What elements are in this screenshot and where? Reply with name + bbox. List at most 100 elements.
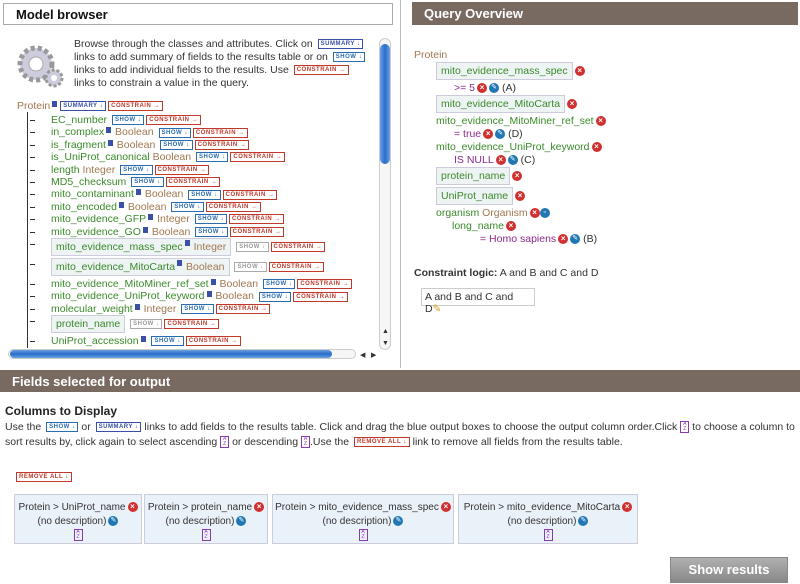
constrain-button[interactable]: CONSTRAIN → (185, 336, 241, 347)
constrain-button[interactable]: CONSTRAIN → (164, 319, 220, 330)
field-name[interactable]: mito_evidence_mass_spec (56, 241, 183, 253)
constrain-button[interactable]: CONSTRAIN → (293, 291, 349, 302)
remove-icon[interactable]: × (567, 99, 578, 110)
remove-icon[interactable]: × (495, 155, 506, 166)
remove-icon[interactable]: × (595, 116, 606, 127)
show-button[interactable]: SHOW ↓ (181, 303, 214, 314)
info-icon[interactable] (52, 101, 58, 107)
constrain-button[interactable]: CONSTRAIN → (194, 140, 250, 150)
field-name[interactable]: MD5_checksum (51, 176, 126, 188)
show-button[interactable]: SHOW ↓ (130, 319, 163, 330)
constrain-button[interactable]: CONSTRAIN → (229, 226, 285, 237)
remove-icon[interactable]: × (477, 83, 488, 94)
edit-icon[interactable]: ✎ (393, 516, 404, 527)
scroll-up-icon[interactable]: ▲ (382, 328, 389, 335)
show-button[interactable]: SHOW ↓ (120, 164, 153, 175)
constrain-button[interactable]: CONSTRAIN → (205, 201, 261, 212)
sort-icon[interactable]: AZ (543, 529, 553, 542)
sort-descending-icon[interactable]: AZ (358, 529, 368, 542)
info-icon[interactable] (118, 201, 124, 208)
remove-icon[interactable]: × (127, 502, 138, 513)
show-button[interactable]: SHOW ↓ (111, 115, 145, 126)
field-name[interactable]: protein_name (56, 318, 120, 330)
field-name[interactable]: mito_evidence_MitoCarta (56, 261, 175, 273)
show-results-button[interactable]: Show results (670, 557, 788, 583)
edit-icon[interactable]: ✎ (495, 129, 506, 140)
constrain-button[interactable]: CONSTRAIN → (230, 152, 286, 163)
field-name[interactable]: is_UniProt_canonical (51, 151, 150, 163)
constrain-button[interactable]: CONSTRAIN → (192, 127, 248, 138)
scroll-left-icon[interactable]: ◀ (360, 351, 365, 359)
constrain-button[interactable]: CONSTRAIN → (215, 303, 271, 314)
collapse-icon[interactable]: ▫ (539, 208, 550, 219)
output-column-box[interactable]: Protein > mito_evidence_MitoCarta × (no de… (458, 494, 638, 544)
info-icon[interactable] (177, 259, 183, 266)
remove-icon[interactable]: × (529, 208, 540, 219)
show-button[interactable]: SHOW ↓ (236, 242, 269, 253)
info-icon[interactable] (206, 291, 212, 298)
show-button[interactable]: SHOW ↓ (171, 201, 204, 212)
show-button[interactable]: SHOW ↓ (195, 226, 228, 237)
scroll-right-icon[interactable]: ▶ (371, 351, 376, 359)
field-name[interactable]: EC_number (51, 114, 107, 126)
show-button[interactable]: SHOW ↓ (131, 177, 164, 188)
scroll-down-icon[interactable]: ▼ (382, 340, 389, 347)
info-icon[interactable] (135, 189, 141, 196)
output-column-box[interactable]: Protein > mito_evidence_mass_spec × (no de… (272, 494, 454, 544)
field-name[interactable]: molecular_weight (51, 303, 133, 315)
remove-icon[interactable]: × (574, 66, 585, 77)
sort-icon[interactable]: AZ (201, 529, 211, 542)
pencil-icon[interactable]: ✎ (433, 303, 442, 315)
info-icon[interactable] (106, 127, 112, 134)
remove-icon[interactable]: × (558, 234, 569, 245)
edit-icon[interactable]: ✎ (236, 516, 247, 527)
info-icon[interactable] (107, 139, 113, 146)
field-name[interactable]: mito_evidence_MitoMiner_ref_set (51, 278, 209, 290)
remove-icon[interactable]: × (512, 171, 523, 182)
constrain-button[interactable]: CONSTRAIN → (268, 262, 324, 273)
info-icon[interactable] (140, 336, 146, 343)
remove-icon[interactable]: × (254, 502, 265, 513)
info-icon[interactable] (148, 214, 154, 221)
sort-icon[interactable]: AZ (73, 529, 83, 542)
horizontal-scroll-thumb[interactable] (10, 350, 332, 358)
remove-all-button[interactable]: REMOVE ALL ↓ (16, 472, 72, 482)
remove-icon[interactable]: × (591, 142, 602, 153)
constrain-button[interactable]: CONSTRAIN → (154, 164, 210, 175)
field-name[interactable]: mito_contaminant (51, 188, 134, 200)
show-button[interactable]: SHOW ↓ (151, 336, 184, 347)
remove-icon[interactable]: × (483, 129, 494, 140)
field-name[interactable]: is_fragment (51, 139, 106, 151)
info-icon[interactable] (134, 303, 140, 310)
edit-icon[interactable]: ✎ (489, 83, 500, 94)
constrain-button[interactable]: CONSTRAIN → (229, 214, 284, 225)
remove-icon[interactable]: × (515, 191, 526, 202)
info-icon[interactable] (142, 226, 148, 233)
show-button[interactable]: SHOW ↓ (158, 127, 191, 138)
constrain-button[interactable]: CONSTRAIN → (108, 101, 163, 112)
edit-icon[interactable]: ✎ (108, 516, 119, 527)
field-name[interactable]: length (51, 164, 80, 176)
show-button[interactable]: SHOW ↓ (262, 279, 296, 290)
constrain-button[interactable]: CONSTRAIN → (222, 189, 278, 200)
constraint-logic-input[interactable]: A and B and C and D✎ (421, 288, 535, 315)
constrain-button[interactable]: CONSTRAIN → (165, 177, 221, 188)
constrain-button[interactable]: CONSTRAIN → (270, 242, 326, 253)
edit-icon[interactable]: ✎ (578, 516, 589, 527)
remove-icon[interactable]: × (622, 502, 633, 513)
field-name[interactable]: in_complex (51, 126, 104, 138)
output-column-box[interactable]: Protein > UniProt_name × (no description) ✎… (14, 494, 142, 544)
show-button[interactable]: SHOW ↓ (258, 291, 292, 302)
vertical-scroll-thumb[interactable] (380, 44, 390, 164)
edit-icon[interactable]: ✎ (570, 234, 581, 245)
field-name[interactable]: mito_evidence_GO (51, 226, 141, 238)
field-name[interactable]: mito_evidence_UniProt_keyword (51, 290, 205, 302)
field-name[interactable]: mito_encoded (51, 201, 117, 213)
output-column-box[interactable]: Protein > protein_name × (no description) ✎… (144, 494, 268, 544)
field-name[interactable]: mito_evidence_GFP (51, 213, 146, 225)
info-icon[interactable] (210, 278, 216, 285)
summary-button[interactable]: SUMMARY ↓ (60, 101, 107, 112)
show-button[interactable]: SHOW ↓ (234, 262, 267, 273)
constrain-button[interactable]: CONSTRAIN → (297, 279, 353, 290)
show-button[interactable]: SHOW ↓ (194, 214, 228, 225)
